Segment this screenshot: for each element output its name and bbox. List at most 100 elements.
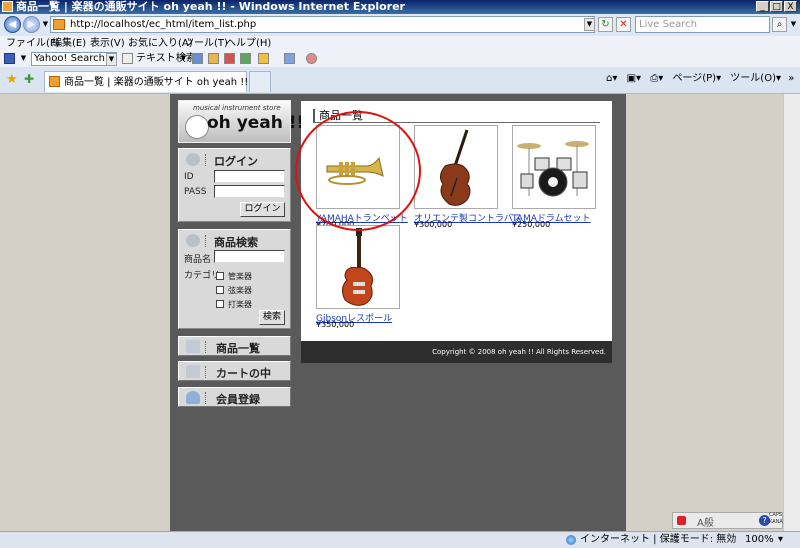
site-logo[interactable]: musical instrument store oh yeah !! bbox=[178, 100, 304, 143]
ime-mode[interactable]: A般 bbox=[697, 514, 714, 529]
id-input[interactable] bbox=[214, 170, 285, 183]
product-search-box: 商品検索 商品名 カテゴリ 管楽器 弦楽器 打楽器 検索 bbox=[178, 229, 291, 329]
category-checkbox-string[interactable] bbox=[216, 286, 224, 294]
id-label: ID bbox=[184, 172, 194, 182]
category-checkbox-wind[interactable] bbox=[216, 272, 224, 280]
window-title: 商品一覧 | 楽器の通販サイト oh yeah !! - Windows Int… bbox=[16, 0, 405, 13]
refresh-icon[interactable]: ↻ bbox=[598, 17, 613, 32]
nav-product-list[interactable]: 商品一覧 bbox=[178, 336, 291, 356]
minimize-button[interactable]: _ bbox=[756, 1, 769, 12]
category-string-label: 弦楽器 bbox=[228, 286, 252, 295]
category-wind-label: 管楽器 bbox=[228, 272, 252, 281]
internet-zone-icon bbox=[566, 535, 576, 545]
security-zone-text[interactable]: インターネット | 保護モード: 無効 bbox=[580, 532, 736, 547]
vertical-scrollbar[interactable] bbox=[783, 94, 800, 531]
category-checkbox-percussion[interactable] bbox=[216, 300, 224, 308]
yahoo-toolbar: ▼ Yahoo! Search ▼ テキスト検索 ▼ bbox=[0, 51, 800, 67]
logo-emblem-icon bbox=[185, 115, 209, 139]
search-icon[interactable]: ⌕ bbox=[772, 17, 787, 32]
settings-icon[interactable] bbox=[306, 53, 317, 64]
clipboard-icon[interactable] bbox=[284, 53, 295, 64]
mail-icon[interactable] bbox=[224, 53, 235, 64]
product-name-input[interactable] bbox=[214, 250, 285, 263]
command-bar: ⌂▾ ▣▾ ⎙▾ ページ(P)▾ ツール(O)▾ » bbox=[606, 73, 795, 84]
nav-register-label: 会員登録 bbox=[216, 393, 260, 406]
ime-icon[interactable] bbox=[677, 516, 686, 525]
kana-indicator: KANA bbox=[769, 519, 783, 525]
zoom-level[interactable]: 100% bbox=[745, 532, 774, 547]
nav-cart-label: カートの中 bbox=[216, 367, 271, 380]
product-price-lespaul: ¥350,000 bbox=[316, 320, 355, 329]
yahoo-search-dropdown-icon[interactable]: ▼ bbox=[106, 53, 117, 66]
page-menu[interactable]: ページ(P) bbox=[672, 73, 716, 84]
maximize-button[interactable]: □ bbox=[770, 1, 783, 12]
list-icon bbox=[186, 340, 200, 353]
product-search-title: 商品検索 bbox=[214, 236, 258, 249]
pass-input[interactable] bbox=[214, 185, 285, 198]
tab-current-page[interactable]: 商品一覧 | 楽器の通販サイト oh yeah !! bbox=[44, 71, 249, 92]
menu-help[interactable]: ヘルプ(H) bbox=[226, 36, 271, 51]
site-footer: Copyright © 2008 oh yeah !! All Rights R… bbox=[301, 341, 612, 363]
new-tab-button[interactable] bbox=[249, 71, 271, 92]
ie-page-icon bbox=[2, 1, 13, 12]
login-button[interactable]: ログイン bbox=[240, 202, 285, 217]
guitar-image bbox=[341, 228, 374, 306]
login-icon bbox=[186, 153, 200, 166]
yahoo-search-input[interactable]: Yahoo! Search bbox=[31, 52, 117, 66]
address-url: http://localhost/ec_html/item_list.php bbox=[70, 19, 257, 30]
back-button[interactable]: ◀ bbox=[4, 16, 21, 33]
nav-register[interactable]: 会員登録 bbox=[178, 387, 291, 407]
favorites-star-icon[interactable]: ★ bbox=[6, 72, 18, 87]
yahoo-logo-icon[interactable] bbox=[4, 53, 15, 64]
forward-button[interactable]: ▶ bbox=[23, 16, 40, 33]
bookmark-icon[interactable] bbox=[240, 53, 251, 64]
logo-tagline: musical instrument store bbox=[193, 104, 281, 112]
nav-product-list-label: 商品一覧 bbox=[216, 342, 260, 355]
site-favicon bbox=[53, 19, 65, 30]
category-label: カテゴリ bbox=[184, 271, 221, 281]
address-dropdown-icon[interactable]: ▼ bbox=[584, 18, 595, 31]
close-button[interactable]: X bbox=[784, 1, 797, 12]
product-image-drumset[interactable] bbox=[512, 125, 596, 209]
stop-icon[interactable]: ✕ bbox=[616, 17, 631, 32]
nav-cart[interactable]: カートの中 bbox=[178, 361, 291, 381]
print-icon[interactable]: ⎙▾ bbox=[650, 73, 663, 84]
tab-title: 商品一覧 | 楽器の通販サイト oh yeah !! bbox=[64, 77, 249, 88]
news-icon[interactable] bbox=[208, 53, 219, 64]
address-field[interactable]: http://localhost/ec_html/item_list.php bbox=[50, 16, 595, 33]
contrabass-image bbox=[439, 129, 471, 206]
live-search-input[interactable]: Live Search bbox=[635, 16, 770, 33]
tools-menu[interactable]: ツール(O) bbox=[730, 73, 776, 84]
home-icon[interactable]: ⌂▾ bbox=[606, 73, 617, 84]
caps-indicator: CAPS bbox=[769, 512, 783, 518]
drumset-image bbox=[517, 141, 589, 197]
annotation-circle bbox=[295, 111, 421, 231]
menu-tools[interactable]: ツール(T) bbox=[184, 36, 228, 51]
tab-row: ★ ✚ 商品一覧 | 楽器の通販サイト oh yeah !! ⌂▾ ▣▾ ⎙▾ … bbox=[0, 67, 800, 94]
zoom-dropdown-icon[interactable]: ▾ bbox=[778, 532, 783, 547]
toolbar-overflow-icon[interactable]: » bbox=[788, 73, 794, 84]
search-options-icon[interactable]: ▼ bbox=[788, 19, 799, 32]
product-image-contrabass[interactable] bbox=[414, 125, 498, 209]
menu-edit[interactable]: 編集(E) bbox=[52, 36, 86, 51]
category-percussion-label: 打楽器 bbox=[228, 300, 252, 309]
folder-icon[interactable] bbox=[258, 53, 269, 64]
add-favorite-icon[interactable]: ✚ bbox=[24, 72, 34, 86]
login-box: ログイン ID PASS ログイン bbox=[178, 148, 291, 222]
feeds-icon[interactable]: ▣▾ bbox=[627, 73, 641, 84]
menu-view[interactable]: 表示(V) bbox=[90, 36, 125, 51]
product-name-label: 商品名 bbox=[184, 255, 212, 265]
tab-favicon bbox=[49, 76, 60, 87]
highlight-icon[interactable] bbox=[192, 53, 203, 64]
product-image-lespaul[interactable] bbox=[316, 225, 400, 309]
window-title-bar: 商品一覧 | 楽器の通販サイト oh yeah !! - Windows Int… bbox=[0, 0, 800, 14]
text-search-dropdown-icon[interactable]: ▼ bbox=[178, 53, 189, 66]
login-title: ログイン bbox=[214, 155, 258, 168]
user-icon bbox=[186, 391, 200, 404]
search-button[interactable]: 検索 bbox=[259, 310, 285, 325]
menu-favorites[interactable]: お気に入り(A) bbox=[128, 36, 193, 51]
copyright-text: Copyright © 2008 oh yeah !! All Rights R… bbox=[432, 348, 606, 356]
product-price-drumset: ¥250,000 bbox=[512, 220, 551, 229]
text-search-icon[interactable] bbox=[122, 53, 133, 64]
yahoo-menu-dropdown-icon[interactable]: ▼ bbox=[18, 53, 29, 66]
